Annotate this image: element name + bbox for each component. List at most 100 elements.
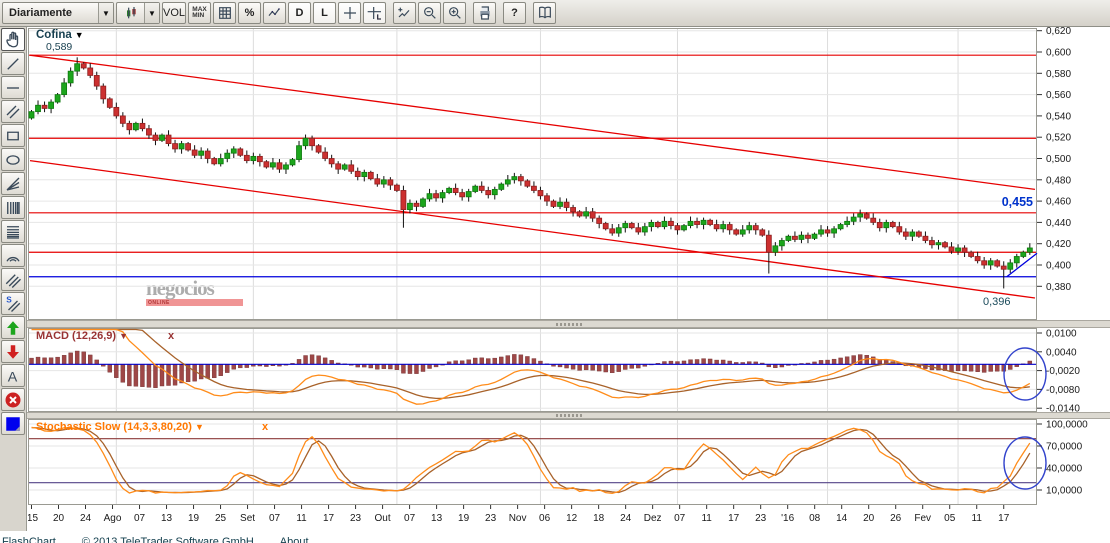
macd-histogram-bar xyxy=(82,352,86,364)
period-select[interactable]: Diariamente ▼ xyxy=(2,2,114,24)
macd-histogram-bar xyxy=(839,358,843,364)
trendline-tool[interactable] xyxy=(1,52,25,75)
macd-histogram-bar xyxy=(114,364,118,377)
help-button[interactable]: ? xyxy=(503,2,526,24)
candle xyxy=(94,75,99,86)
macd-chart-canvas[interactable] xyxy=(28,328,1037,412)
horizontal-line-tool[interactable] xyxy=(1,76,25,99)
maxmin-button[interactable]: MAXMIN xyxy=(188,2,211,24)
candle xyxy=(283,165,288,169)
chevron-down-icon[interactable]: ▼ xyxy=(144,3,159,23)
zoom-out-button[interactable] xyxy=(418,2,441,24)
candle xyxy=(49,102,54,108)
arc-tool[interactable] xyxy=(1,244,25,267)
line-button[interactable]: L xyxy=(313,2,336,24)
macd-histogram-bar xyxy=(610,364,614,372)
product-link[interactable]: FlashChart xyxy=(2,536,56,543)
stochastic-close-button[interactable]: x xyxy=(262,421,268,433)
crosshair-button[interactable] xyxy=(338,2,361,24)
macd-histogram-bar xyxy=(982,364,986,372)
color-picker-tool[interactable] xyxy=(1,412,25,435)
candle xyxy=(721,225,726,229)
crosshair-data-button[interactable] xyxy=(363,2,386,24)
rectangle-icon xyxy=(4,127,22,145)
macd-histogram-bar xyxy=(88,355,92,364)
candle xyxy=(897,227,902,232)
text-tool[interactable]: A xyxy=(1,364,25,387)
candle xyxy=(845,221,850,224)
macd-histogram-bar xyxy=(695,359,699,364)
y-tick-label: 0,560 xyxy=(1046,90,1071,101)
x-tick-label: 07 xyxy=(269,513,281,524)
macd-histogram-bar xyxy=(219,364,223,375)
fibonacci-retracement-tool[interactable] xyxy=(1,220,25,243)
macd-histogram-bar xyxy=(121,364,125,382)
splitter-grip-icon[interactable] xyxy=(556,323,582,326)
fan-lines-tool[interactable] xyxy=(1,172,25,195)
pan-tool[interactable] xyxy=(1,28,25,51)
s-speed-lines-tool[interactable]: S xyxy=(1,292,25,315)
panel-splitter[interactable] xyxy=(27,320,1110,328)
candle xyxy=(401,190,406,209)
text-a-icon: A xyxy=(4,367,22,385)
macd-histogram-bar xyxy=(304,356,308,365)
macd-histogram-bar xyxy=(591,364,595,370)
candle xyxy=(381,180,386,184)
candle xyxy=(199,151,204,155)
y-tick-label: -0,0080 xyxy=(1046,385,1080,396)
macd-histogram-bar xyxy=(30,358,34,364)
candle xyxy=(173,144,178,149)
book-button[interactable] xyxy=(533,2,556,24)
candle xyxy=(577,212,582,216)
speed-lines-tool[interactable] xyxy=(1,268,25,291)
y-tick-label: 0,520 xyxy=(1046,133,1071,144)
print-button[interactable] xyxy=(473,2,496,24)
arrow-up-tool[interactable] xyxy=(1,316,25,339)
candle xyxy=(257,156,262,161)
macd-histogram-bar xyxy=(473,358,477,364)
panel-splitter[interactable] xyxy=(27,412,1110,419)
x-tick-label: 24 xyxy=(80,513,92,524)
macd-histogram-bar xyxy=(153,364,157,387)
macd-histogram-bar xyxy=(408,364,412,373)
price-chart-canvas[interactable] xyxy=(28,28,1037,320)
macd-close-button[interactable]: x xyxy=(168,330,174,342)
arrow-down-tool[interactable] xyxy=(1,340,25,363)
candle xyxy=(708,220,713,224)
chevron-down-icon[interactable]: ▼ xyxy=(195,422,204,432)
grid-button[interactable] xyxy=(213,2,236,24)
macd-histogram-bar xyxy=(597,364,601,371)
macd-histogram-bar xyxy=(499,357,503,364)
hand-icon xyxy=(4,31,22,49)
macd-histogram-bar xyxy=(584,364,588,370)
candle xyxy=(603,223,608,228)
fibonacci-time-tool[interactable] xyxy=(1,196,25,219)
delete-tool[interactable] xyxy=(1,388,25,411)
about-link[interactable]: About xyxy=(280,536,309,543)
candle xyxy=(871,218,876,222)
arrow-up-icon xyxy=(4,319,22,337)
percent-button[interactable]: % xyxy=(238,2,261,24)
chart-type-select[interactable]: ▼ xyxy=(116,2,160,24)
instrument-selector[interactable]: Cofina▼ xyxy=(36,29,84,41)
candle xyxy=(910,232,915,236)
instrument-name: Cofina xyxy=(36,29,72,41)
chevron-down-icon[interactable]: ▼ xyxy=(98,3,113,23)
zoom-in-button[interactable] xyxy=(443,2,466,24)
candle xyxy=(62,83,67,95)
macd-histogram-bar xyxy=(49,358,53,365)
rectangle-tool[interactable] xyxy=(1,124,25,147)
splitter-grip-icon[interactable] xyxy=(556,414,582,417)
daily-button[interactable]: D xyxy=(288,2,311,24)
macd-histogram-bar xyxy=(95,360,99,364)
volume-button[interactable]: VOL xyxy=(162,2,186,24)
svg-text:S: S xyxy=(6,295,12,304)
candle xyxy=(512,177,517,180)
chevron-down-icon[interactable]: ▼ xyxy=(75,30,84,40)
candle xyxy=(877,222,882,227)
zoom-area-button[interactable] xyxy=(393,2,416,24)
parallel-lines-tool[interactable] xyxy=(1,100,25,123)
chevron-down-icon[interactable]: ▼ xyxy=(119,331,128,341)
ellipse-tool[interactable] xyxy=(1,148,25,171)
indicator-chart-button[interactable] xyxy=(263,2,286,24)
